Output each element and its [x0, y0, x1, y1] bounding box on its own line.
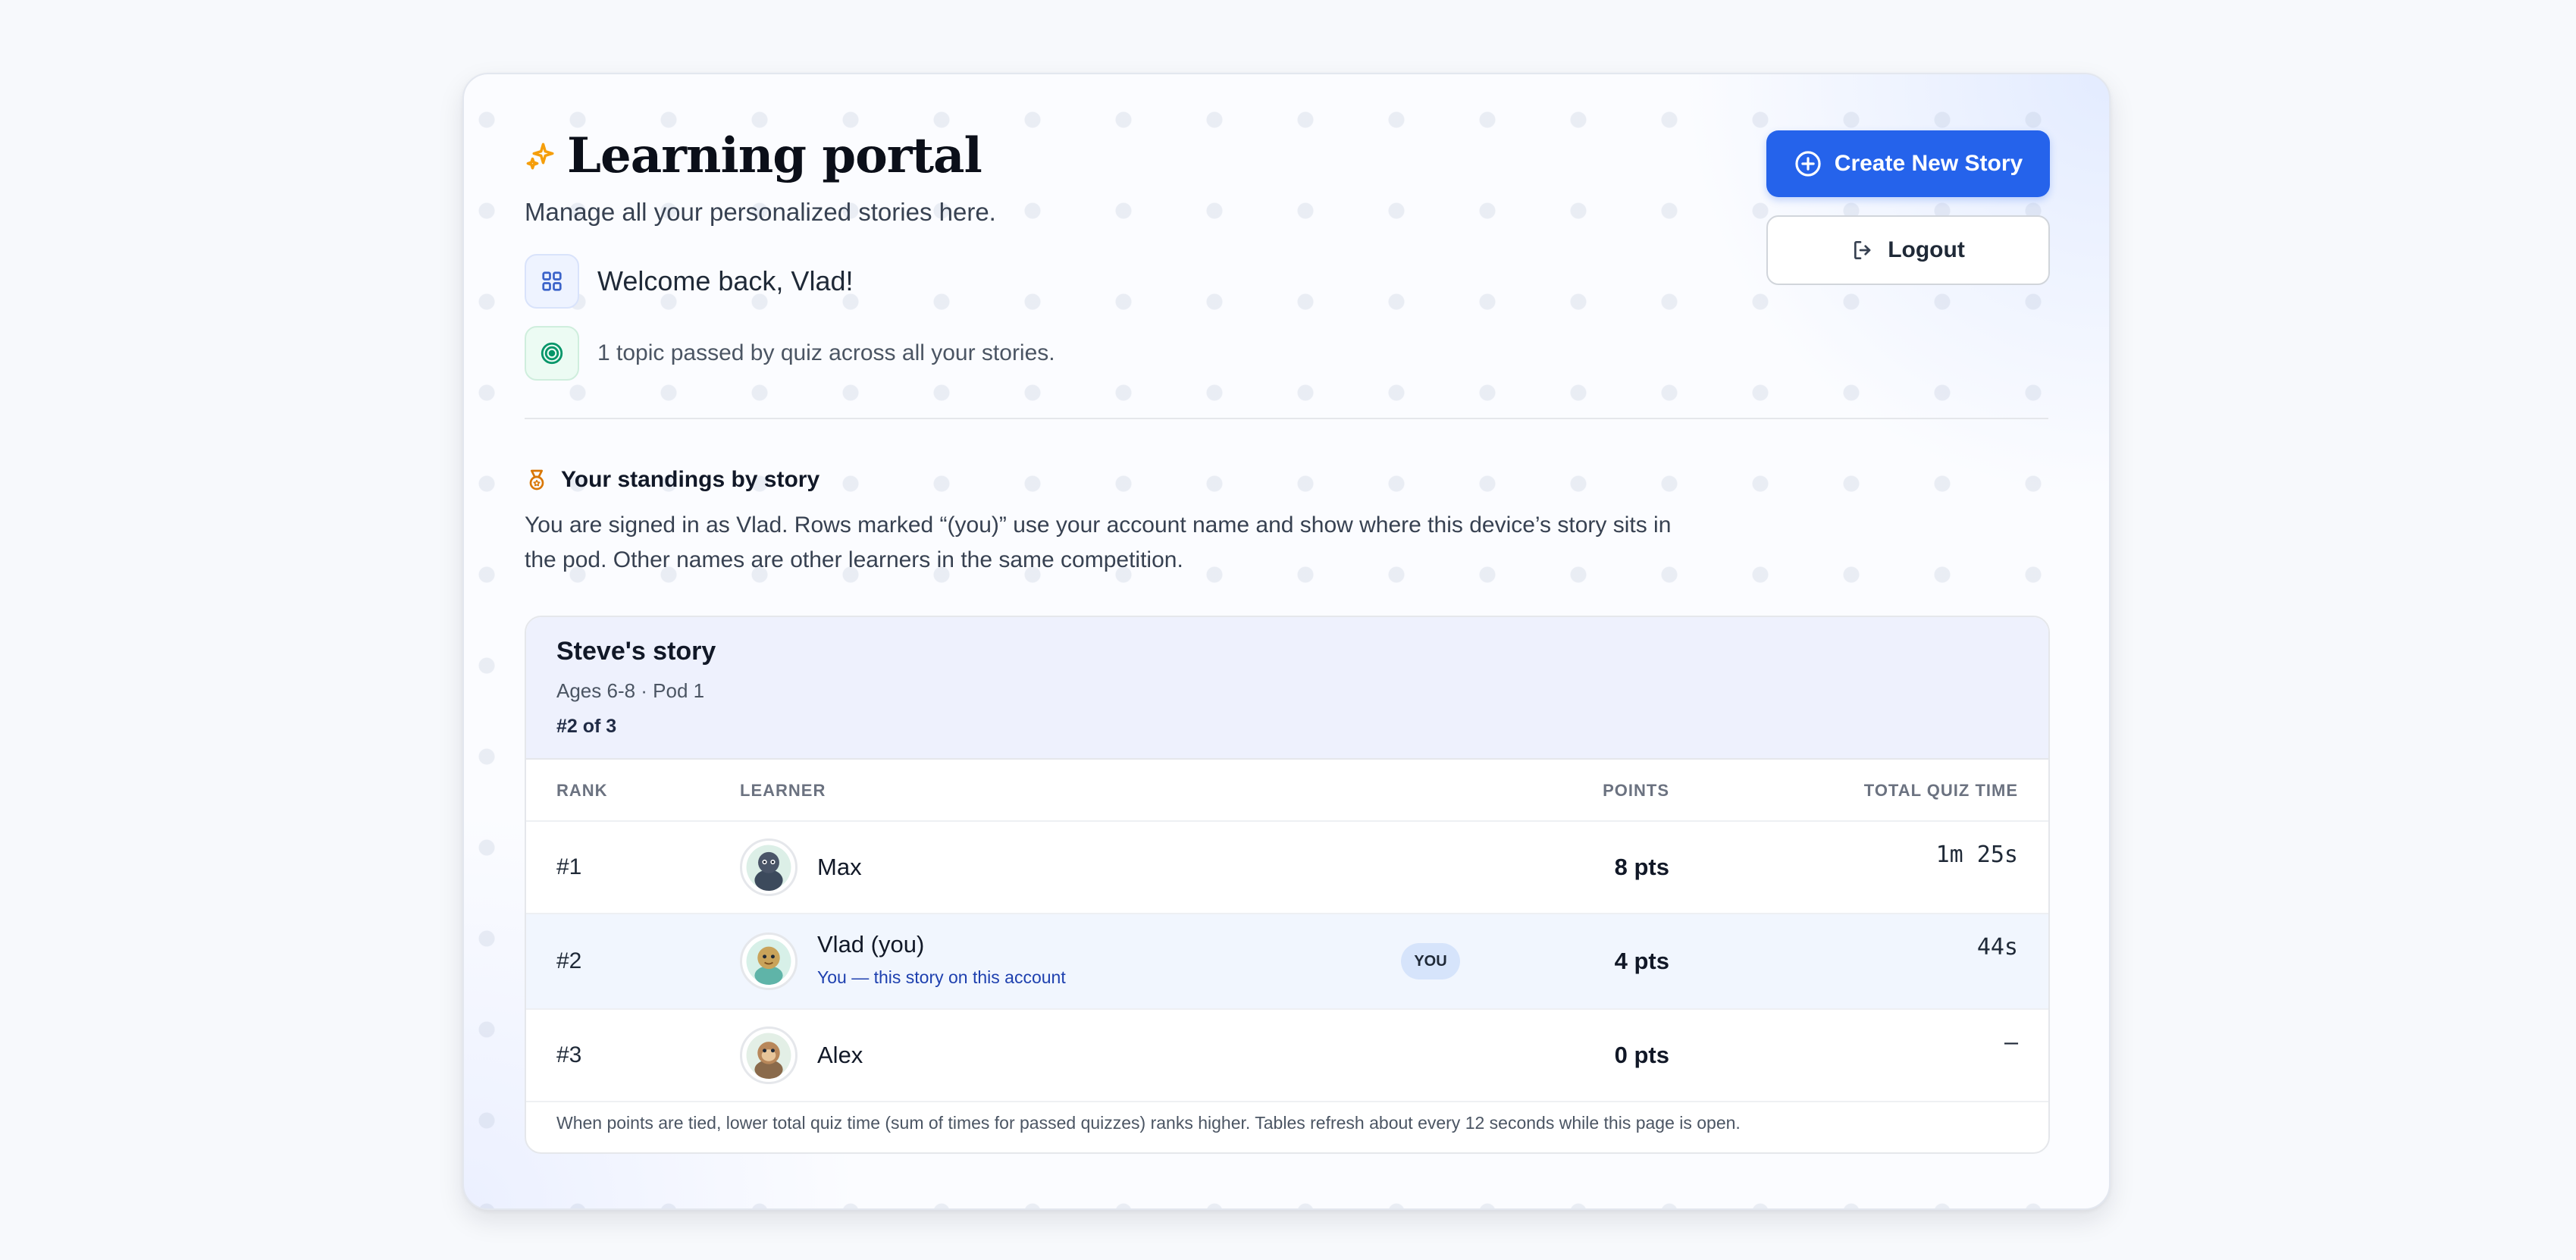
- standings-heading-label: Your standings by story: [561, 467, 820, 492]
- avatar: [740, 838, 798, 896]
- avatar: [740, 932, 798, 990]
- logout-label: Logout: [1888, 237, 1965, 262]
- table-row: #1 Max 8 pts 1m 25s: [526, 822, 2048, 914]
- story-standings-table: Steve's story Ages 6-8 · Pod 1 #2 of 3 R…: [525, 616, 2050, 1154]
- create-new-story-button[interactable]: Create New Story: [1766, 130, 2050, 197]
- points-cell: 0 pts: [1614, 1042, 1669, 1068]
- story-rank: #2 of 3: [556, 716, 617, 737]
- title-row: Learning portal: [525, 127, 996, 184]
- dashboard-icon: [525, 254, 579, 309]
- table-row: #3 Alex 0 pts –: [526, 1010, 2048, 1102]
- page-subtitle: Manage all your personalized stories her…: [525, 198, 996, 226]
- rank-cell: #2: [556, 948, 582, 973]
- sparkle-icon: [526, 143, 554, 169]
- points-cell: 4 pts: [1614, 948, 1669, 974]
- standings-heading: Your standings by story: [525, 467, 819, 493]
- medal-icon: [529, 469, 544, 491]
- create-new-story-label: Create New Story: [1834, 151, 2023, 176]
- target-icon: [525, 326, 579, 381]
- learner-name: Max: [817, 854, 862, 880]
- topics-row: 1 topic passed by quiz across all your s…: [525, 326, 1055, 381]
- rank-cell: #1: [556, 854, 582, 879]
- welcome-row: Welcome back, Vlad!: [525, 254, 853, 309]
- quiz-time-cell: 44s: [1976, 934, 2018, 961]
- col-rank: RANK: [556, 781, 608, 800]
- quiz-time-cell: –: [2004, 1030, 2018, 1056]
- table-row-you: #2 Vlad (you) You — this story on this a…: [526, 914, 2048, 1010]
- learner-name: Alex: [817, 1042, 863, 1068]
- quiz-time-cell: 1m 25s: [1935, 842, 2018, 868]
- learner-note: You — this story on this account: [817, 967, 1066, 987]
- welcome-text: Welcome back, Vlad!: [597, 265, 854, 296]
- portal-card: Learning portal Manage all your personal…: [462, 73, 2111, 1210]
- header-divider: [525, 418, 2048, 419]
- table-header-row: RANK LEARNER POINTS TOTAL QUIZ TIME: [526, 760, 2048, 822]
- page-title: Learning portal: [567, 127, 982, 184]
- plus-circle-icon: [1795, 151, 1821, 177]
- rank-cell: #3: [556, 1042, 582, 1067]
- logout-icon: [1854, 241, 1871, 259]
- table-footnote: When points are tied, lower total quiz t…: [556, 1113, 1741, 1133]
- you-badge: YOU: [1401, 943, 1460, 979]
- avatar: [740, 1026, 798, 1084]
- col-points: POINTS: [1603, 781, 1669, 800]
- story-header: Steve's story Ages 6-8 · Pod 1 #2 of 3: [526, 617, 2048, 760]
- portal-header: Learning portal Manage all your personal…: [525, 127, 996, 227]
- story-title: Steve's story: [556, 637, 716, 666]
- col-total-quiz-time: TOTAL QUIZ TIME: [1863, 781, 2018, 800]
- col-learner: LEARNER: [740, 781, 826, 800]
- standings-description: You are signed in as Vlad. Rows marked “…: [525, 512, 1672, 572]
- learner-name: Vlad (you): [817, 931, 925, 958]
- points-cell: 8 pts: [1614, 854, 1669, 880]
- story-meta: Ages 6-8 · Pod 1: [556, 679, 705, 702]
- logout-button[interactable]: Logout: [1766, 215, 2050, 285]
- topics-passed-text: 1 topic passed by quiz across all your s…: [597, 340, 1055, 365]
